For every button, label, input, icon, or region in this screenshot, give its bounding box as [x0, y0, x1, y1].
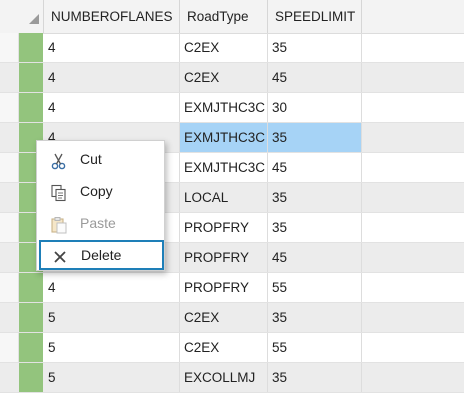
scissors-icon	[50, 150, 68, 170]
select-all-corner[interactable]	[0, 0, 44, 33]
menu-item-cut[interactable]: Cut	[38, 144, 163, 174]
menu-item-label: Delete	[81, 247, 122, 263]
table-cell[interactable]: 35	[268, 33, 362, 62]
table-cell[interactable]: EXMJTHC3C	[180, 153, 268, 182]
table-cell[interactable]: EXMJTHC3C	[180, 93, 268, 122]
menu-item-label: Cut	[80, 151, 102, 167]
table-cell[interactable]: 4	[44, 93, 180, 122]
delete-icon	[51, 246, 69, 264]
column-header-roadtype[interactable]: RoadType	[180, 0, 268, 33]
menu-item-label: Copy	[80, 183, 113, 199]
row-selection-indicator[interactable]	[19, 93, 43, 122]
table-cell[interactable]: 30	[268, 93, 362, 122]
table-row[interactable]: 5 C2EX 55	[0, 333, 464, 363]
table-row[interactable]: 5 EXCOLLMJ 35	[0, 363, 464, 393]
row-selection-indicator[interactable]	[19, 273, 43, 302]
table-row[interactable]: 4 C2EX 35	[0, 33, 464, 63]
menu-item-paste[interactable]: Paste	[38, 208, 163, 238]
table-cell[interactable]: 4	[44, 63, 180, 92]
select-all-icon	[29, 14, 39, 24]
table-cell[interactable]: 45	[268, 153, 362, 182]
table-cell[interactable]: 5	[44, 363, 180, 392]
table-row[interactable]: 4 C2EX 45	[0, 63, 464, 93]
row-selection-indicator[interactable]	[19, 303, 43, 332]
paste-icon	[50, 214, 68, 234]
table-header: NUMBEROFLANES RoadType SPEEDLIMIT	[0, 0, 464, 34]
row-selection-indicator[interactable]	[19, 33, 43, 62]
column-header-speedlimit[interactable]: SPEEDLIMIT	[268, 0, 362, 33]
table-cell[interactable]: 4	[44, 273, 180, 302]
table-row[interactable]: 4 PROPFRY 55	[0, 273, 464, 303]
table-cell[interactable]: 5	[44, 333, 180, 362]
row-selection-indicator[interactable]	[19, 363, 43, 392]
table-cell[interactable]: C2EX	[180, 63, 268, 92]
table-cell[interactable]: 55	[268, 273, 362, 302]
table-cell[interactable]: C2EX	[180, 303, 268, 332]
table-cell[interactable]: EXCOLLMJ	[180, 363, 268, 392]
table-cell[interactable]: LOCAL	[180, 183, 268, 212]
table-cell[interactable]: 35	[268, 183, 362, 212]
menu-item-copy[interactable]: Copy	[38, 176, 163, 206]
table-cell[interactable]: 35	[268, 213, 362, 242]
column-header-numberoflanes[interactable]: NUMBEROFLANES	[44, 0, 180, 33]
table-cell[interactable]: 55	[268, 333, 362, 362]
row-selection-indicator[interactable]	[19, 63, 43, 92]
table-row[interactable]: 4 EXMJTHC3C 30	[0, 93, 464, 123]
table-cell[interactable]: EXMJTHC3C	[180, 123, 268, 152]
table-cell[interactable]: 35	[268, 363, 362, 392]
menu-item-label: Paste	[80, 215, 116, 231]
copy-icon	[50, 182, 68, 202]
menu-item-delete[interactable]: Delete	[39, 240, 164, 270]
table-cell[interactable]: 4	[44, 33, 180, 62]
table-cell[interactable]: 35	[268, 123, 362, 152]
context-menu: Cut Copy Paste Delete	[36, 140, 165, 271]
table-cell[interactable]: C2EX	[180, 333, 268, 362]
table-cell[interactable]: 35	[268, 303, 362, 332]
table-cell[interactable]: PROPFRY	[180, 273, 268, 302]
table-cell[interactable]: PROPFRY	[180, 243, 268, 272]
table-cell[interactable]: C2EX	[180, 33, 268, 62]
table-cell[interactable]: 45	[268, 63, 362, 92]
row-selection-indicator[interactable]	[19, 333, 43, 362]
table-cell[interactable]: 45	[268, 243, 362, 272]
table-cell[interactable]: PROPFRY	[180, 213, 268, 242]
table-cell[interactable]: 5	[44, 303, 180, 332]
table-row[interactable]: 5 C2EX 35	[0, 303, 464, 333]
